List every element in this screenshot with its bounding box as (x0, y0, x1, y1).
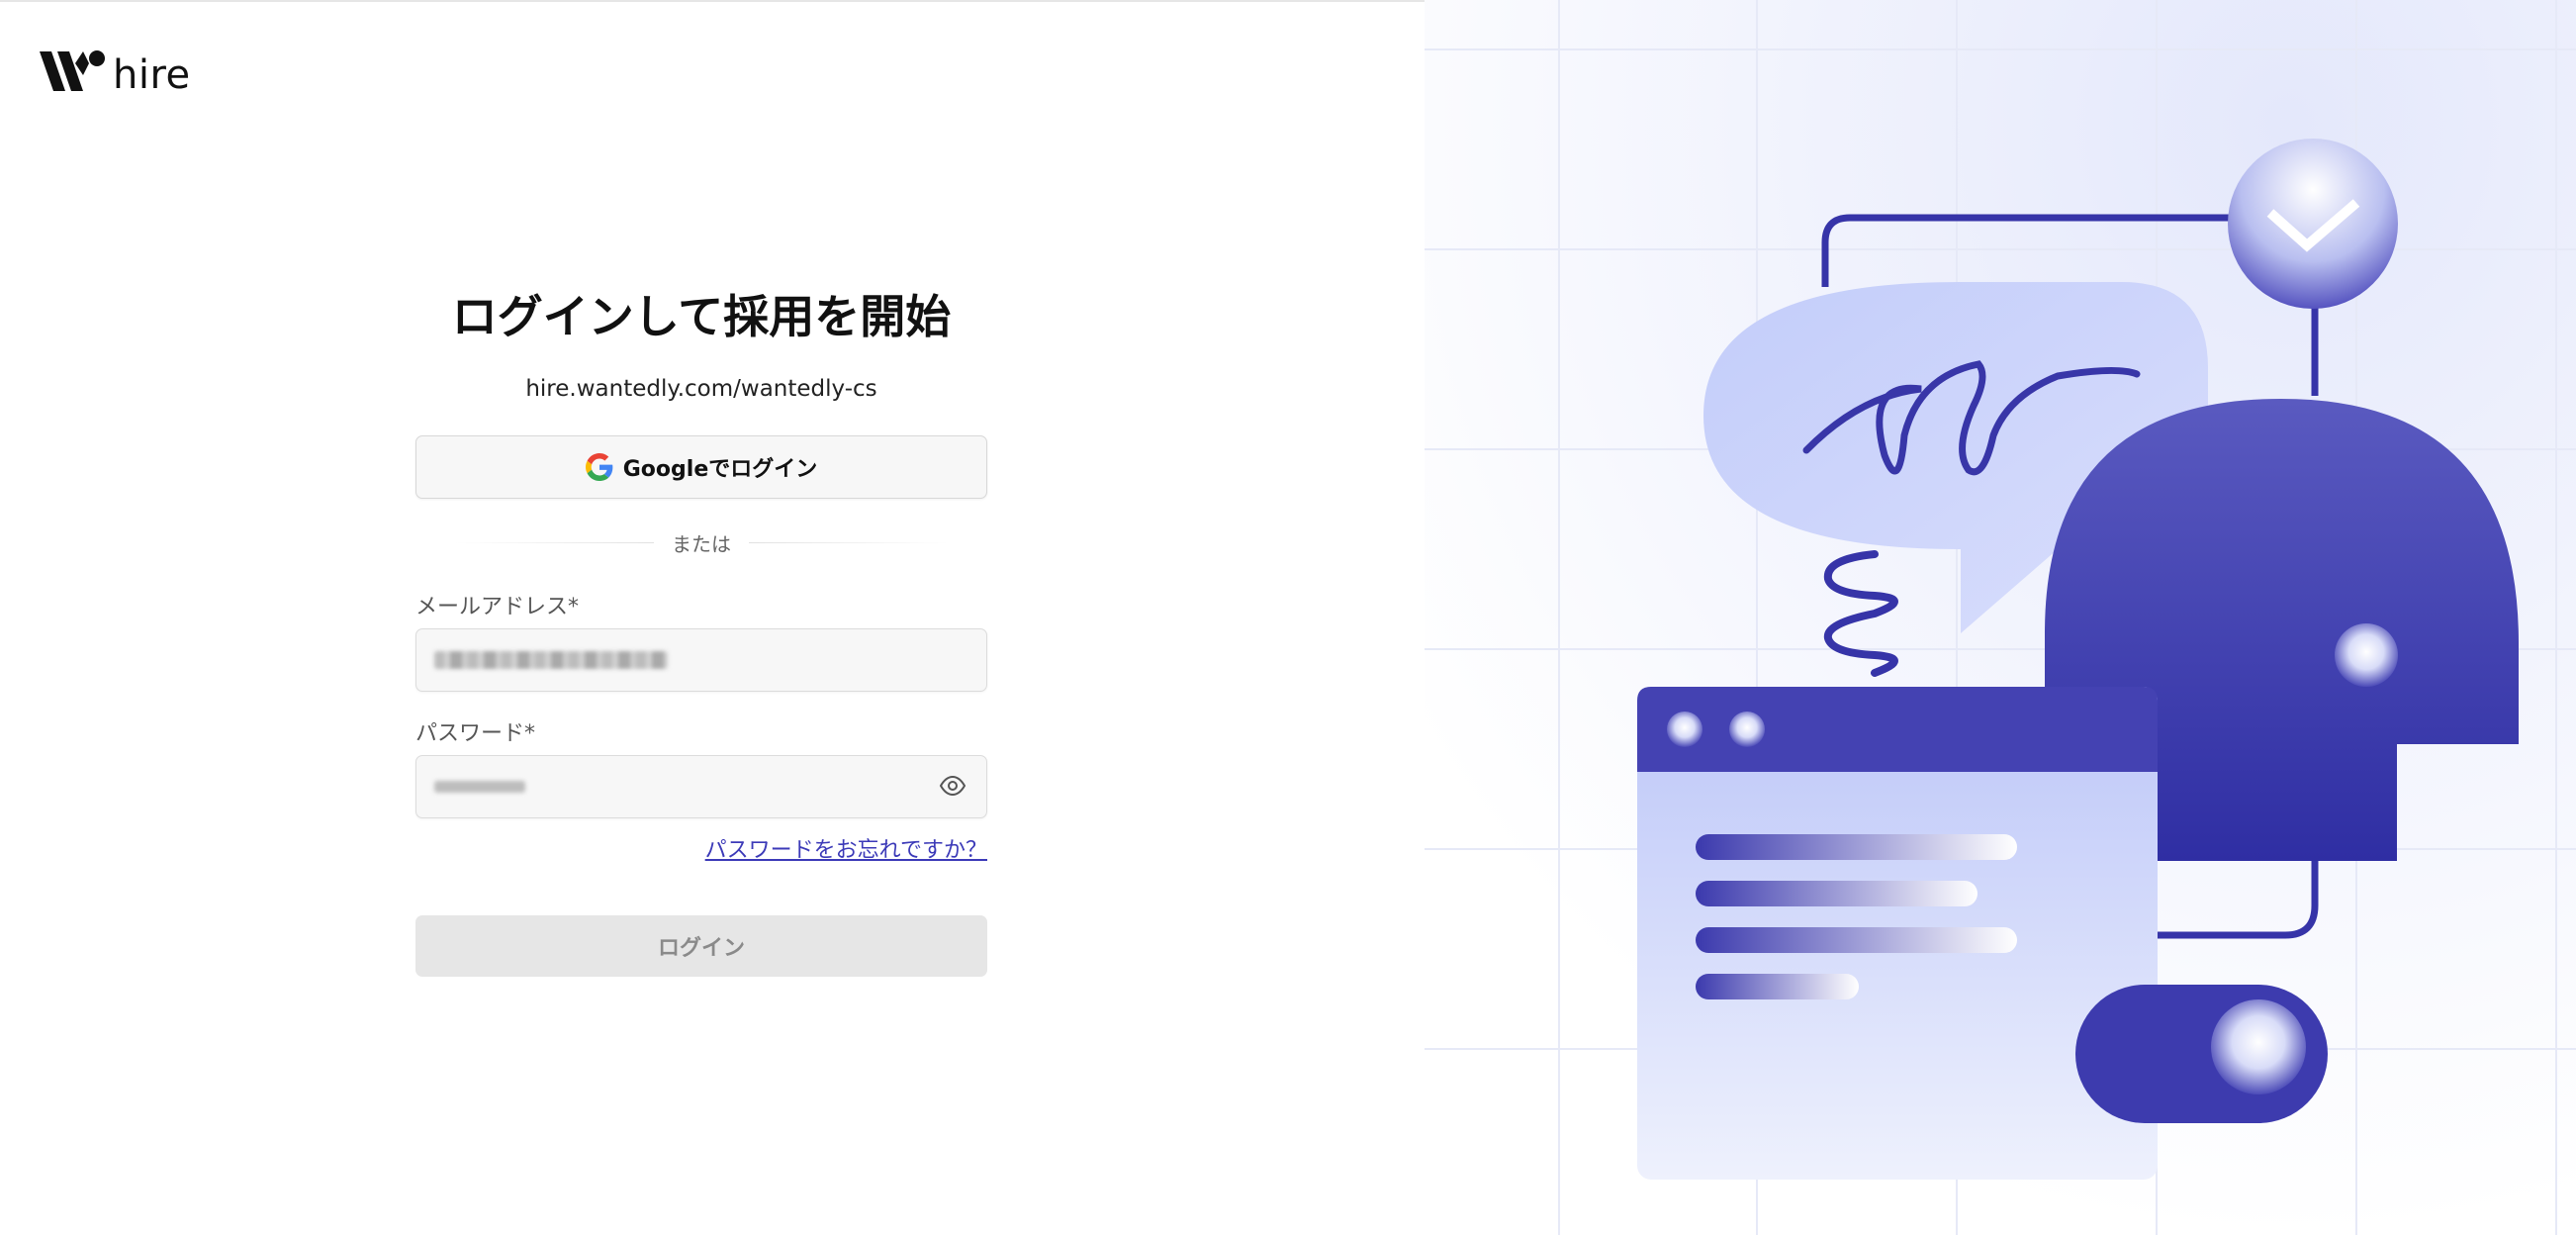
eye-icon[interactable] (939, 775, 966, 797)
forgot-password-link[interactable]: パスワードをお忘れですか？ (415, 832, 987, 864)
browser-titlebar (1637, 687, 2158, 772)
password-field-box (415, 755, 987, 818)
login-button[interactable]: ログイン (415, 915, 987, 977)
wantedly-hire-logo[interactable]: hire (40, 49, 191, 95)
email-label: メールアドレス* (415, 595, 580, 619)
content-bar-3 (1696, 927, 2017, 953)
divider-line-right (749, 542, 948, 543)
password-label: パスワード* (415, 721, 536, 746)
head-eye-dot (2335, 623, 2398, 687)
toggle-knob (2211, 999, 2306, 1094)
google-login-button[interactable]: Googleでログイン (415, 435, 987, 499)
google-login-label: Googleでログイン (622, 457, 818, 482)
page-title: ログインして採用を開始 (451, 290, 952, 343)
divider-text: または (672, 532, 731, 556)
company-subdomain: hire.wantedly.com/wantedly-cs (525, 376, 877, 402)
check-badge (2228, 139, 2398, 309)
redacted-email-value (434, 651, 668, 669)
logo-text: hire (113, 52, 191, 98)
login-button-label: ログイン (657, 936, 745, 961)
login-form: ログインして採用を開始 hire.wantedly.com/wantedly-c… (415, 287, 987, 977)
hero-illustration (1425, 0, 2576, 1235)
content-bar-1 (1696, 834, 2017, 860)
or-divider: または (415, 528, 987, 557)
content-bar-2 (1696, 881, 1978, 906)
window-dot-1 (1667, 712, 1702, 747)
wantedly-logo-icon (40, 50, 105, 91)
content-bar-4 (1696, 974, 1859, 999)
email-field-box (415, 628, 987, 692)
google-icon (585, 453, 613, 481)
window-dot-2 (1729, 712, 1765, 747)
divider-line-left (455, 542, 654, 543)
redacted-password-value (434, 781, 525, 793)
